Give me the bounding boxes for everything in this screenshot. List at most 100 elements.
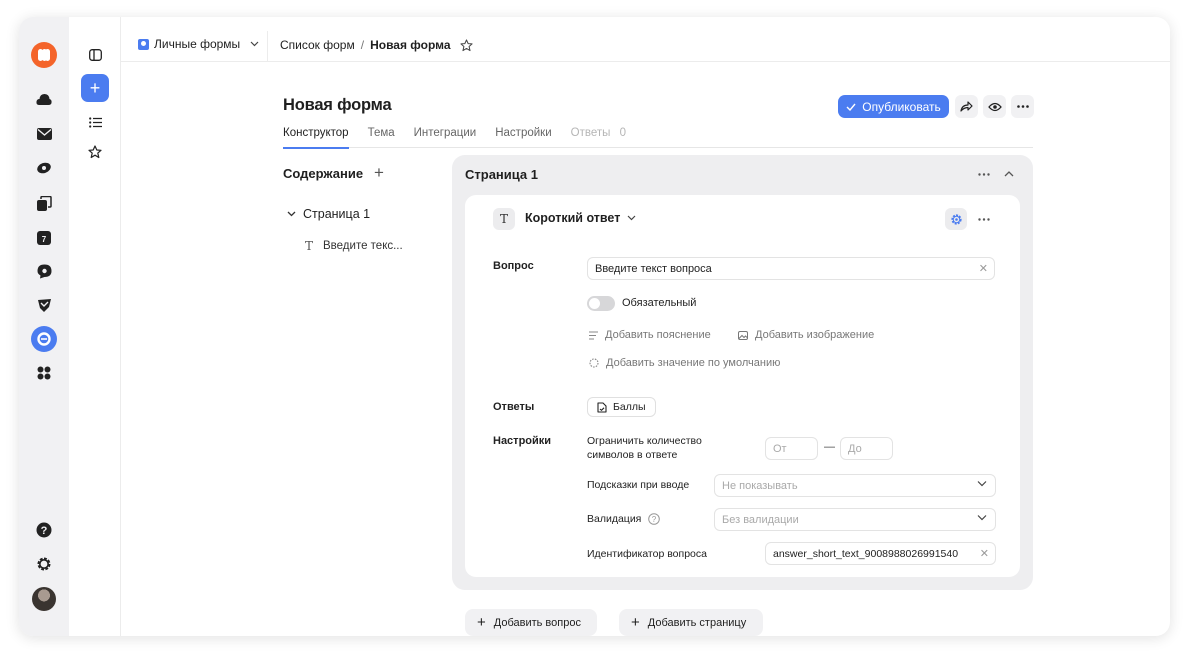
clear-icon[interactable]: ✕ [979, 262, 988, 275]
breadcrumb-current: Новая форма [370, 38, 451, 52]
tab-settings[interactable]: Настройки [495, 125, 551, 148]
validation-select[interactable]: Без валидации [714, 508, 996, 531]
answers-count: 0 [619, 127, 626, 139]
outline-question-label: Введите текс... [323, 240, 403, 252]
forms-icon[interactable] [31, 326, 57, 352]
clear-icon[interactable]: ✕ [980, 547, 989, 560]
telemost-icon[interactable] [31, 155, 57, 181]
limit-to-input[interactable]: До [840, 437, 893, 460]
create-form-button[interactable]: + [81, 74, 109, 102]
star-icon[interactable] [459, 38, 473, 52]
breadcrumb-forms-list[interactable]: Список форм [280, 38, 355, 52]
check-icon [846, 103, 856, 111]
settings-gear-icon[interactable] [31, 551, 57, 577]
add-page-button[interactable]: + Добавить страницу [619, 609, 763, 636]
help-circle-icon[interactable]: ? [648, 513, 661, 525]
tab-constructor[interactable]: Конструктор [283, 125, 349, 149]
add-section-icon[interactable]: + [374, 163, 384, 183]
svg-text:7: 7 [42, 235, 47, 244]
add-description-link[interactable]: Добавить пояснение [589, 329, 711, 341]
question-text-input[interactable]: Введите текст вопроса ✕ [587, 257, 995, 280]
help-icon[interactable]: ? [31, 517, 57, 543]
question-more-icon[interactable] [973, 209, 995, 229]
required-toggle[interactable] [587, 296, 615, 311]
plus-icon: + [89, 77, 101, 98]
eye-icon [987, 102, 1002, 111]
limit-from-input[interactable]: От [765, 437, 818, 460]
user-icon [138, 38, 149, 50]
chevron-down-icon [977, 481, 987, 487]
publish-button[interactable]: Опубликовать [838, 95, 949, 118]
dashed-circle-icon [589, 358, 599, 368]
more-button[interactable] [1011, 95, 1034, 118]
text-type-icon: T [493, 208, 515, 230]
add-default-value-link[interactable]: Добавить значение по умолчанию [589, 357, 780, 369]
tracker-icon[interactable] [31, 292, 57, 318]
share-button[interactable] [955, 95, 978, 118]
collapse-chevron-up-icon[interactable] [999, 165, 1019, 183]
validation-value: Без валидации [722, 513, 799, 526]
sidebar-toggle-icon[interactable] [82, 42, 108, 68]
limit-label-line-2: символов в ответе [587, 449, 678, 461]
question-text-value: Введите текст вопроса [595, 262, 712, 275]
breadcrumb: Список форм / Новая форма [280, 38, 473, 52]
share-icon [960, 101, 973, 112]
outline-question-item[interactable]: T Введите текс... [305, 239, 403, 253]
settings-label: Настройки [493, 435, 552, 447]
page-card: Страница 1 T Короткий ответ Вопрос Введи… [452, 155, 1033, 590]
page-title: Новая форма [283, 96, 392, 114]
question-settings-button[interactable] [945, 208, 967, 230]
required-label: Обязательный [622, 297, 697, 309]
svg-text:?: ? [652, 515, 657, 524]
add-page-label: Добавить страницу [647, 616, 747, 629]
chevron-down-icon [287, 211, 296, 217]
page-more-icon[interactable] [974, 165, 994, 183]
publish-label: Опубликовать [862, 99, 941, 114]
add-image-link[interactable]: Добавить изображение [738, 329, 874, 341]
messenger-icon[interactable] [31, 258, 57, 284]
hints-label: Подсказки при вводе [587, 479, 690, 491]
yandex-360-logo-icon[interactable] [31, 42, 57, 68]
question-id-label: Идентификатор вопроса [587, 548, 707, 560]
preview-button[interactable] [983, 95, 1006, 118]
question-id-value: answer_short_text_9008988026991540 [773, 547, 959, 560]
tab-theme[interactable]: Тема [368, 125, 395, 148]
add-default-value-label: Добавить значение по умолчанию [606, 357, 781, 369]
question-card: T Короткий ответ Вопрос Введите текст во… [465, 195, 1020, 577]
limit-label-line-1: Ограничить количество [587, 435, 702, 447]
app-window: 7 ? + Личные формы Список форм / Новая ф… [19, 17, 1170, 636]
validation-label-row: Валидация ? [587, 512, 661, 526]
tab-integrations[interactable]: Интеграции [414, 125, 477, 148]
outline-title: Содержание [283, 166, 364, 181]
question-type-label: Короткий ответ [525, 211, 621, 225]
add-image-label: Добавить изображение [755, 329, 875, 341]
chevron-down-icon [977, 515, 987, 521]
tab-answers[interactable]: Ответы 0 [571, 125, 626, 148]
mail-icon[interactable] [31, 121, 57, 147]
add-question-button[interactable]: + Добавить вопрос [465, 609, 597, 636]
favorites-star-icon[interactable] [82, 139, 108, 165]
divider [267, 31, 268, 62]
question-id-input[interactable]: answer_short_text_9008988026991540 ✕ [765, 542, 996, 565]
forms-list-icon[interactable] [82, 109, 108, 135]
question-type-select[interactable]: Короткий ответ [525, 211, 636, 225]
answers-label: Ответы [493, 401, 535, 413]
range-dash: — [824, 441, 835, 453]
avatar[interactable] [32, 587, 56, 611]
hints-value: Не показывать [722, 479, 798, 492]
calendar-icon[interactable]: 7 [31, 224, 57, 250]
svg-text:?: ? [41, 525, 48, 537]
hints-select[interactable]: Не показывать [714, 474, 996, 497]
chevron-down-icon [250, 41, 259, 47]
workspace-selector[interactable]: Личные формы [138, 37, 259, 51]
limit-label: Ограничить количество символов в ответе [587, 434, 702, 462]
all-services-icon[interactable] [31, 360, 57, 386]
outline-page-item[interactable]: Страница 1 [287, 207, 370, 221]
text-type-icon: T [305, 239, 314, 253]
documents-icon[interactable] [31, 190, 57, 216]
workspace-label: Личные формы [154, 37, 241, 51]
cloud-icon[interactable] [31, 87, 57, 113]
tabs: Конструктор Тема Интеграции Настройки От… [283, 125, 1033, 149]
score-button[interactable]: Баллы [587, 397, 656, 417]
topbar: Личные формы Список форм / Новая форма [121, 17, 1170, 62]
